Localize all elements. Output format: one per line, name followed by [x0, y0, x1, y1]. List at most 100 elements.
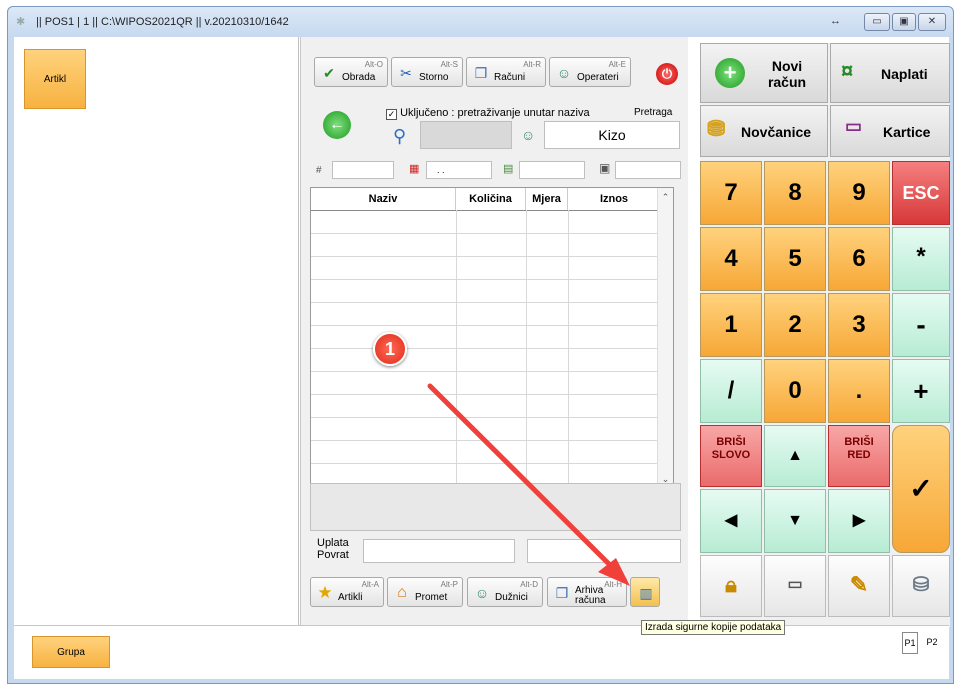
window-title: || POS1 | 1 || C:\WIPOS2021QR || v.20210…	[36, 16, 289, 28]
storno-label: Storno	[419, 72, 449, 83]
promet-shortcut: Alt-P	[440, 580, 458, 589]
drawer-icon[interactable]: ▭	[764, 555, 826, 617]
arrow-up-icon[interactable]: ▲	[764, 425, 826, 487]
key-plus[interactable]: +	[892, 359, 950, 423]
minimize-button[interactable]: ▭	[864, 13, 890, 31]
page-p1-tab[interactable]: P1	[902, 632, 918, 654]
duznici-button[interactable]: ☺ Alt-D Dužnici	[467, 577, 543, 607]
naplati-button[interactable]: ¤ Naplati	[830, 43, 950, 103]
brisi-slovo-button[interactable]: BRIŠI SLOVO	[700, 425, 762, 487]
power-icon[interactable]: ⏻	[656, 63, 678, 85]
pretraga-label: Pretraga	[634, 107, 673, 118]
key-multiply[interactable]: *	[892, 227, 950, 291]
promet-label: Promet	[415, 592, 448, 603]
table-row	[311, 463, 659, 464]
arhiva-button[interactable]: ❐ Alt-H Arhiva računa	[547, 577, 627, 607]
key-7[interactable]: 7	[700, 161, 762, 225]
coins-icon: ⛃	[707, 116, 726, 141]
operator-icon: ☺	[521, 127, 536, 143]
confirm-check-button[interactable]: ✓	[892, 425, 950, 553]
arhiva-label: Arhiva računa	[575, 585, 606, 606]
promet-button[interactable]: ⌂ Alt-P Promet	[387, 577, 463, 607]
operator-field[interactable]: Kizo	[544, 121, 680, 149]
racuni-button[interactable]: ❐ Alt-R Računi	[466, 57, 546, 87]
backup-button[interactable]: ▥	[630, 577, 660, 607]
column-kolicina[interactable]: Količina	[456, 188, 526, 210]
arrow-right-icon[interactable]: ▶	[828, 489, 890, 553]
terminal-field[interactable]	[615, 161, 681, 179]
article-pane: Artikl	[14, 37, 299, 625]
database-icon[interactable]: ⛁	[892, 555, 950, 617]
povrat-input[interactable]	[527, 539, 681, 563]
back-arrow-icon[interactable]: ←	[323, 111, 351, 139]
note-field[interactable]	[519, 161, 585, 179]
duznici-shortcut: Alt-D	[520, 580, 538, 589]
table-row	[311, 279, 659, 280]
pencil-icon[interactable]: ✎	[828, 555, 890, 617]
key-6[interactable]: 6	[828, 227, 890, 291]
kartice-button[interactable]: ▭ Kartice	[830, 105, 950, 157]
novcanice-button[interactable]: ⛃ Novčanice	[700, 105, 828, 157]
checkbox-icon[interactable]: ✓	[386, 109, 397, 120]
artikli-label: Artikli	[338, 592, 363, 603]
items-table[interactable]: Naziv Količina Mjera Iznos ⌃ ⌄	[310, 187, 674, 490]
column-iznos[interactable]: Iznos	[568, 188, 660, 210]
scissors-icon: ✂	[400, 65, 412, 81]
key-8[interactable]: 8	[764, 161, 826, 225]
debtors-icon: ☺	[474, 585, 490, 601]
search-input[interactable]	[420, 121, 512, 149]
artikl-button[interactable]: Artikl	[24, 49, 86, 109]
close-button[interactable]: ✕	[918, 13, 946, 31]
table-row	[311, 325, 659, 326]
arrow-left-icon[interactable]: ◀	[700, 489, 762, 553]
date-field[interactable]: . .	[426, 161, 492, 179]
number-icon: #	[316, 165, 322, 176]
grupa-button[interactable]: Grupa	[32, 636, 110, 668]
key-2[interactable]: 2	[764, 293, 826, 357]
arrow-down-icon[interactable]: ▼	[764, 489, 826, 553]
key-minus[interactable]: -	[892, 293, 950, 357]
esc-button[interactable]: ESC	[892, 161, 950, 225]
obrada-button[interactable]: ✔ Alt-O Obrada	[314, 57, 388, 87]
resize-arrows-icon[interactable]: ↔	[830, 15, 841, 27]
table-row	[311, 440, 659, 441]
group-bar: Grupa P1 P2	[14, 625, 949, 679]
plus-icon: +	[715, 58, 745, 88]
lock-icon[interactable]: 🔒︎	[700, 555, 762, 617]
povrat-label: Povrat	[317, 549, 349, 561]
search-inside-label: Uključeno : pretraživanje unutar naziva	[400, 107, 590, 119]
operateri-button[interactable]: ☺ Alt-E Operateri	[549, 57, 631, 87]
money-icon: ¤	[841, 58, 854, 83]
key-4[interactable]: 4	[700, 227, 762, 291]
key-1[interactable]: 1	[700, 293, 762, 357]
column-naziv[interactable]: Naziv	[311, 188, 456, 210]
card-icon: ▭	[845, 116, 863, 136]
backup-icon: ▥	[639, 585, 653, 601]
scroll-up-icon[interactable]: ⌃	[658, 192, 673, 203]
key-9[interactable]: 9	[828, 161, 890, 225]
key-dot[interactable]: .	[828, 359, 890, 423]
uplata-label: Uplata	[317, 537, 349, 549]
page-p2-tab[interactable]: P2	[924, 632, 940, 654]
novi-racun-button[interactable]: + Novi račun	[700, 43, 828, 103]
calendar-icon: ▦	[409, 163, 420, 175]
key-divide[interactable]: /	[700, 359, 762, 423]
key-5[interactable]: 5	[764, 227, 826, 291]
computer-icon: ▣	[599, 161, 611, 175]
uplata-input[interactable]	[363, 539, 515, 563]
storno-button[interactable]: ✂ Alt-S Storno	[391, 57, 463, 87]
artikli-button[interactable]: ★ Alt-A Artikli	[310, 577, 384, 607]
step-badge: 1	[373, 332, 407, 366]
table-scrollbar[interactable]: ⌃ ⌄	[657, 188, 673, 489]
number-field[interactable]	[332, 161, 394, 179]
key-0[interactable]: 0	[764, 359, 826, 423]
operateri-label: Operateri	[577, 72, 619, 83]
novcanice-label: Novčanice	[741, 124, 812, 140]
key-3[interactable]: 3	[828, 293, 890, 357]
search-inside-checkbox[interactable]: ✓ Uključeno : pretraživanje unutar naziv…	[386, 107, 590, 120]
column-mjera[interactable]: Mjera	[526, 188, 568, 210]
brisi-red-button[interactable]: BRIŠI RED	[828, 425, 890, 487]
maximize-button[interactable]: ▣	[892, 13, 916, 31]
users-icon: ☺	[556, 65, 572, 81]
table-row	[311, 233, 659, 234]
